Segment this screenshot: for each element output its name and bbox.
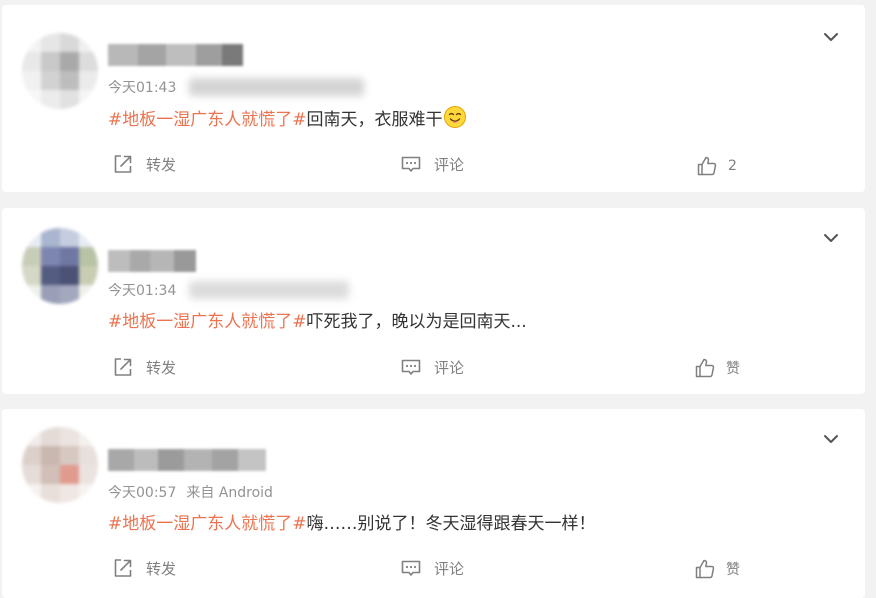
post-card: 今天00:57 来自 Android #地板一湿广东人就慌了#嗨……别说了！冬天湿… (2, 409, 865, 598)
avatar[interactable] (22, 228, 98, 304)
post-meta: 今天01:43 (108, 77, 364, 97)
post-body: 回南天，衣服难干 (306, 110, 443, 130)
comment-label: 评论 (434, 155, 465, 174)
comment-label: 评论 (434, 358, 465, 377)
repost-label: 转发 (146, 559, 177, 578)
comment-label: 评论 (434, 559, 465, 578)
repost-label: 转发 (146, 358, 177, 377)
username-redacted[interactable] (108, 44, 243, 66)
comment-button[interactable]: 评论 (400, 557, 464, 579)
username-redacted[interactable] (108, 449, 266, 471)
like-button[interactable]: 赞 (694, 558, 740, 580)
thumbs-up-icon (694, 357, 716, 379)
comment-icon (400, 356, 422, 378)
post-card: 今天01:43 #地板一湿广东人就慌了#回南天，衣服难干 转发 评论 2 (2, 5, 865, 192)
post-time[interactable]: 今天00:57 (108, 485, 176, 501)
avatar[interactable] (22, 427, 98, 503)
post-text: #地板一湿广东人就慌了#回南天，衣服难干 (108, 105, 467, 134)
like-button[interactable]: 2 (696, 155, 737, 177)
like-button[interactable]: 赞 (694, 357, 740, 379)
post-text: #地板一湿广东人就慌了#嗨……别说了！冬天湿得跟春天一样！ (108, 509, 596, 534)
thumbs-up-icon (696, 155, 718, 177)
drooling-face-emoji (443, 105, 467, 134)
repost-button[interactable]: 转发 (112, 153, 176, 175)
repost-icon (112, 557, 134, 579)
comment-button[interactable]: 评论 (400, 356, 464, 378)
source-redacted (188, 78, 364, 96)
post-text: #地板一湿广东人就慌了#吓死我了，晚以为是回南天... (108, 307, 527, 332)
comment-icon (400, 557, 422, 579)
post-card: 今天01:34 #地板一湿广东人就慌了#吓死我了，晚以为是回南天... 转发 评… (2, 208, 865, 394)
repost-icon (112, 356, 134, 378)
repost-button[interactable]: 转发 (112, 356, 176, 378)
like-label: 赞 (726, 562, 740, 578)
avatar[interactable] (22, 33, 98, 109)
post-meta: 今天01:34 (108, 280, 349, 300)
thumbs-up-icon (694, 558, 716, 580)
post-source[interactable]: 来自 Android (186, 485, 273, 501)
post-body: 嗨……别说了！冬天湿得跟春天一样！ (306, 514, 596, 534)
chevron-down-icon[interactable] (821, 27, 841, 47)
comment-button[interactable]: 评论 (400, 153, 464, 175)
topic-link[interactable]: #地板一湿广东人就慌了# (108, 514, 307, 534)
repost-button[interactable]: 转发 (112, 557, 176, 579)
post-time[interactable]: 今天01:43 (108, 80, 176, 96)
like-label: 赞 (726, 361, 740, 377)
post-body: 吓死我了，晚以为是回南天... (306, 312, 527, 332)
topic-link[interactable]: #地板一湿广东人就慌了# (108, 312, 307, 332)
post-time[interactable]: 今天01:34 (108, 283, 176, 299)
chevron-down-icon[interactable] (821, 228, 841, 248)
comment-icon (400, 153, 422, 175)
username-redacted[interactable] (108, 250, 196, 272)
repost-icon (112, 153, 134, 175)
source-redacted (188, 281, 349, 299)
repost-label: 转发 (146, 155, 177, 174)
post-meta: 今天00:57 来自 Android (108, 482, 273, 502)
like-count: 2 (728, 158, 737, 174)
chevron-down-icon[interactable] (821, 429, 841, 449)
topic-link[interactable]: #地板一湿广东人就慌了# (108, 110, 307, 130)
